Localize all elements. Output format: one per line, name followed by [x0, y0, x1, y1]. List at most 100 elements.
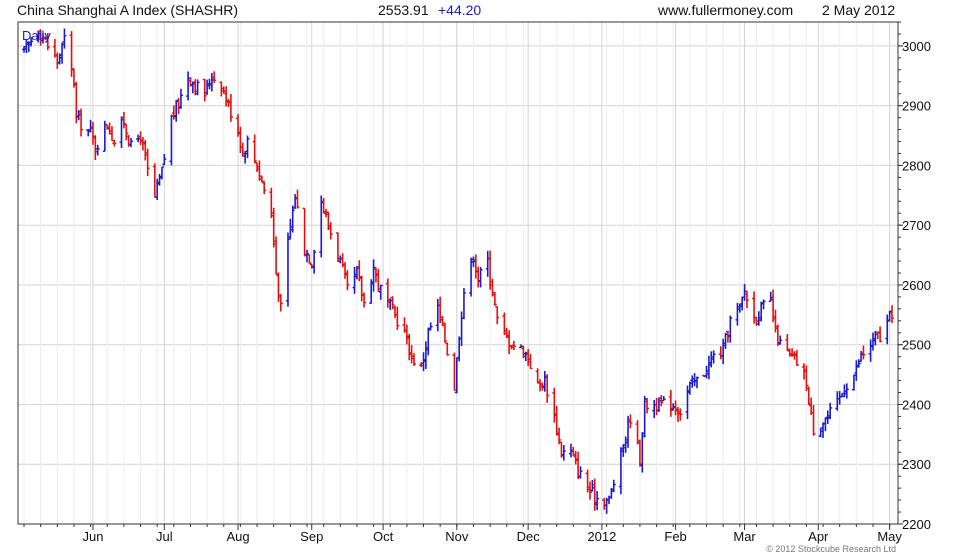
ohlc-bar — [454, 357, 459, 394]
x-tick-label: Jul — [156, 529, 173, 544]
ohlc-bar — [595, 491, 600, 511]
y-tick-label: 2300 — [902, 457, 931, 472]
ohlc-bar — [136, 134, 141, 143]
ohlc-bar — [675, 407, 680, 422]
ohlc-bar — [169, 114, 174, 166]
ohlc-bar — [423, 341, 428, 370]
ohlc-bar — [224, 86, 229, 107]
ohlc-bar — [79, 108, 84, 137]
ohlc-bar — [725, 330, 730, 343]
ohlc-bar — [209, 72, 214, 92]
y-tick-label: 2800 — [902, 158, 931, 173]
ohlc-bar — [407, 333, 412, 361]
ohlc-bar — [240, 142, 245, 157]
ohlc-bar — [794, 350, 799, 366]
ohlc-bar — [711, 350, 716, 364]
ohlc-bar — [324, 208, 329, 218]
ohlc-bar — [706, 355, 711, 380]
ohlc-bar — [535, 368, 540, 384]
ohlc-bar — [785, 334, 790, 352]
ohlc-bar — [193, 79, 198, 96]
ohlc-bar — [742, 284, 747, 301]
ohlc-bar — [205, 79, 210, 95]
ohlc-bar — [842, 384, 847, 398]
ohlc-bar — [626, 416, 631, 448]
ohlc-bar — [661, 395, 666, 402]
ohlc-bar — [71, 68, 76, 88]
ohlc-bar — [728, 315, 733, 343]
y-tick-label: 2600 — [902, 278, 931, 293]
x-tick-label: 2012 — [587, 529, 616, 544]
ohlc-bar — [373, 267, 378, 283]
ohlc-bar — [476, 266, 481, 288]
ohlc-bar — [818, 427, 823, 438]
ohlc-bar — [504, 327, 509, 338]
ohlc-bar — [107, 122, 112, 135]
ohlc-bar — [335, 232, 340, 262]
ohlc-bar — [488, 250, 493, 290]
ohlc-bar — [561, 445, 566, 461]
ohlc-bar — [718, 346, 723, 360]
x-axis: Jun Jul Aug Sep Oct Nov Dec 2012 Feb Mar Apr May — [23, 524, 902, 544]
ohlc-bar — [302, 207, 307, 257]
ohlc-bar — [269, 187, 274, 219]
ohlc-bar — [469, 257, 474, 297]
ohlc-bar — [435, 298, 440, 332]
ohlc-bar — [371, 259, 376, 292]
ohlc-bar — [709, 351, 714, 368]
ohlc-bar — [461, 287, 466, 320]
ohlc-bar — [304, 249, 309, 263]
ohlc-bar — [129, 137, 134, 148]
x-tick-label: Mar — [733, 529, 756, 544]
y-axis: 2200 2300 2400 2500 2600 2700 2800 2900 3000 — [898, 21, 931, 532]
x-tick-label: Sep — [300, 529, 323, 544]
ohlc-bar — [837, 391, 842, 405]
ohlc-bar — [652, 399, 657, 419]
ohlc-bar — [95, 144, 100, 156]
ohlc-bar — [542, 371, 547, 392]
ohlc-bar — [526, 348, 531, 367]
ohlc-bar — [571, 446, 576, 457]
ohlc-bar — [212, 71, 217, 84]
ohlc-bar — [890, 305, 894, 324]
ohlc-bar — [376, 269, 381, 292]
ohlc-bar — [759, 301, 764, 322]
period-label: Daily — [22, 28, 51, 43]
ohlc-bar — [385, 278, 390, 308]
ohlc-bar — [856, 359, 861, 368]
ohlc-bar — [471, 256, 476, 267]
x-tick-label: Nov — [445, 529, 469, 544]
ohlc-bar — [202, 78, 207, 102]
ohlc-bar — [573, 451, 578, 465]
ohlc-bar — [245, 135, 250, 159]
y-tick-label: 2900 — [902, 99, 931, 114]
ohlc-bar — [124, 123, 129, 141]
ohlc-bar — [835, 391, 840, 411]
ohlc-bar — [378, 284, 383, 300]
ohlc-bar — [704, 365, 709, 379]
ohlc-bar — [821, 422, 826, 438]
ohlc-bar — [621, 444, 626, 457]
ohlc-bar — [162, 153, 167, 166]
ohlc-bar — [521, 345, 526, 359]
ohlc-bar — [592, 478, 597, 511]
ohlc-bar — [590, 480, 595, 492]
ohlc-bar — [228, 93, 233, 122]
ohlc-bar — [478, 266, 483, 288]
ohlc-bar — [152, 163, 157, 198]
ohlc-bar — [806, 386, 811, 406]
ohlc-bar — [392, 305, 397, 319]
ohlc-bar — [528, 353, 533, 370]
ohlc-bar — [143, 139, 148, 161]
ohlc-bar — [319, 195, 324, 258]
ohlc-bar — [723, 332, 728, 349]
ohlc-bar — [609, 487, 614, 499]
ohlc-bar — [473, 254, 478, 279]
ohlc-bar — [171, 105, 176, 120]
ohlc-bar — [312, 249, 317, 274]
ohlc-bar — [457, 336, 462, 362]
ohlc-bar — [576, 451, 581, 480]
x-tick-label: Feb — [664, 529, 686, 544]
ohlc-bar — [352, 266, 357, 294]
ohlc-bar — [507, 330, 512, 355]
